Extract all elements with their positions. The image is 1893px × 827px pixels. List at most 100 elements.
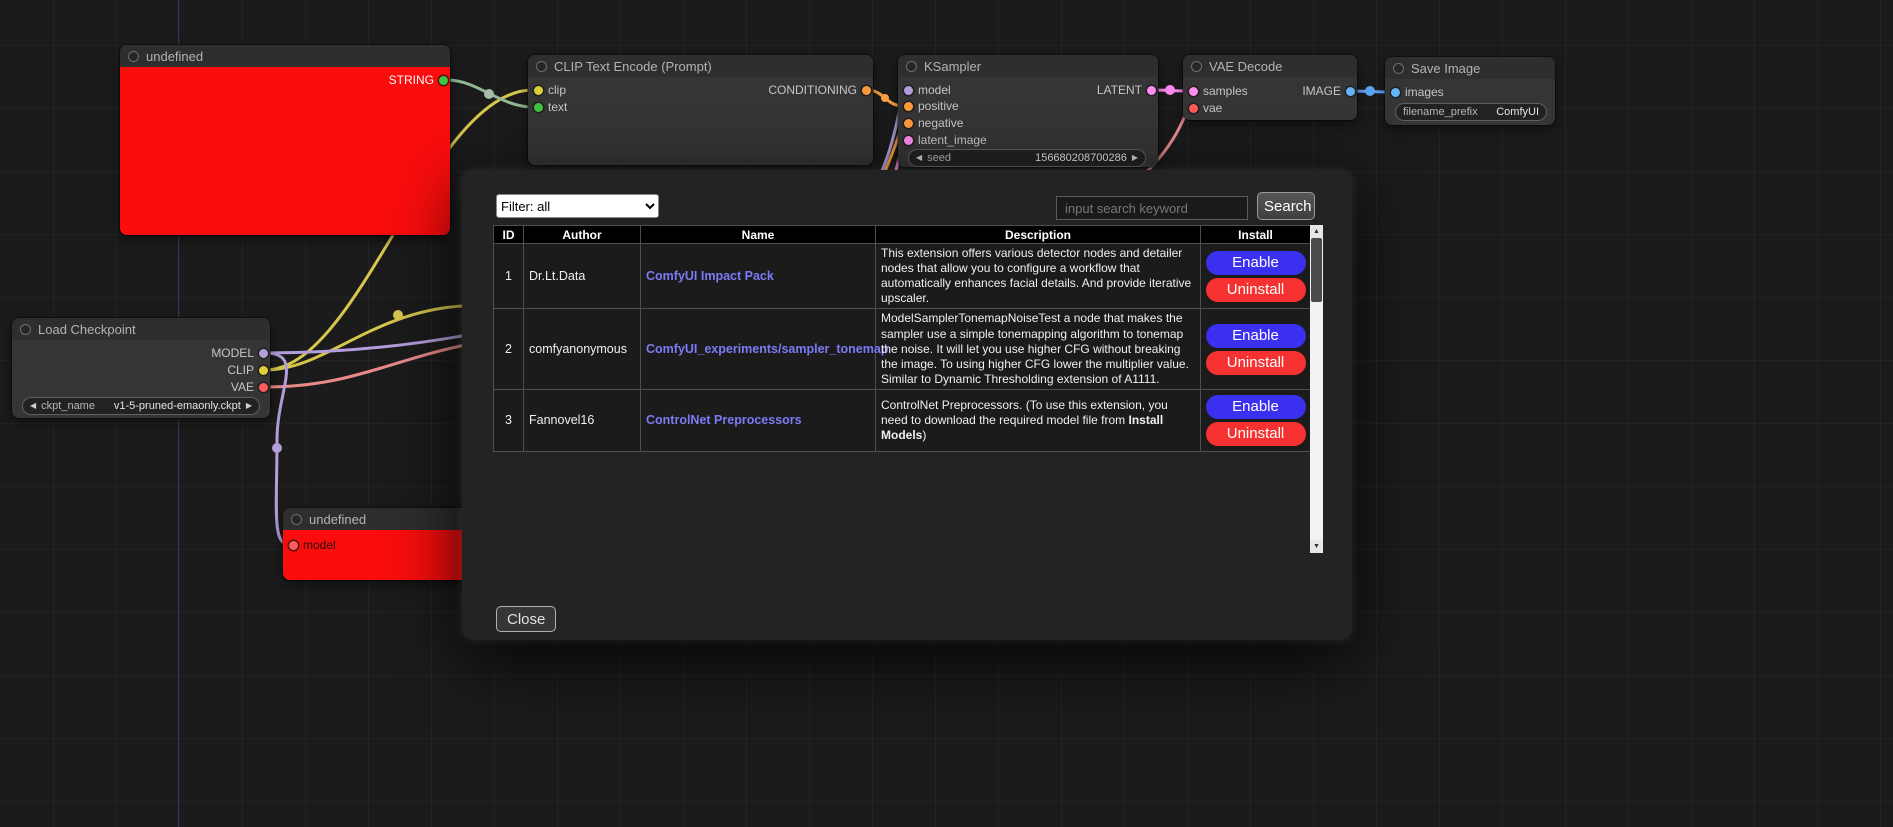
desc-text: ) (922, 428, 926, 442)
port-label: model (918, 83, 951, 97)
node-header[interactable]: Save Image (1385, 57, 1555, 79)
node-header[interactable]: undefined (120, 45, 450, 67)
next-arrow-icon[interactable]: ▶ (246, 402, 252, 410)
close-button[interactable]: Close (496, 606, 556, 632)
ext-install-cell: Enable Uninstall (1201, 389, 1311, 451)
port-label: STRING (389, 73, 434, 87)
app-window: undefined STRING CLIP Text Encode (Promp… (0, 0, 1893, 827)
node-undefined-top[interactable]: undefined STRING (120, 45, 450, 235)
collapse-dot-icon[interactable] (128, 51, 139, 62)
scroll-down-icon[interactable]: ▼ (1310, 540, 1323, 553)
seed-widget[interactable]: ◀ seed 156680208700286 ▶ (908, 149, 1146, 167)
node-header[interactable]: undefined (283, 508, 483, 530)
increment-arrow-icon[interactable]: ▶ (1132, 154, 1138, 162)
image-output-socket-icon[interactable] (1346, 87, 1355, 96)
prev-arrow-icon[interactable]: ◀ (30, 402, 36, 410)
node-clip-text-encode[interactable]: CLIP Text Encode (Prompt) clip text COND… (528, 55, 873, 165)
text-input-socket-icon[interactable] (534, 103, 543, 112)
port-label: images (1405, 85, 1444, 99)
enable-button[interactable]: Enable (1206, 395, 1306, 419)
scroll-up-icon[interactable]: ▲ (1310, 225, 1323, 238)
table-row: 2 comfyanonymous ComfyUI_experiments/sam… (494, 309, 1311, 390)
node-title: CLIP Text Encode (Prompt) (554, 59, 712, 74)
node-title: undefined (146, 49, 203, 64)
latent-output-socket-icon[interactable] (1147, 86, 1156, 95)
ext-name-link[interactable]: ComfyUI_experiments/sampler_tonemap (646, 342, 888, 356)
node-undefined-bottom[interactable]: undefined model (283, 508, 483, 580)
input-port-positive: positive (904, 99, 959, 113)
scrollbar-thumb[interactable] (1311, 238, 1322, 302)
input-port-negative: negative (904, 116, 963, 130)
ext-name-link[interactable]: ComfyUI Impact Pack (646, 269, 774, 283)
extension-table-container: ID Author Name Description Install 1 Dr.… (493, 225, 1323, 553)
model-output-socket-icon[interactable] (259, 349, 268, 358)
extension-manager-dialog: Filter: all Search ID Author Name Descri… (462, 170, 1352, 640)
input-port-text: text (534, 100, 567, 114)
table-row: 3 Fannovel16 ControlNet Preprocessors Co… (494, 389, 1311, 451)
images-input-socket-icon[interactable] (1391, 88, 1400, 97)
vae-output-socket-icon[interactable] (259, 383, 268, 392)
uninstall-button[interactable]: Uninstall (1206, 351, 1306, 375)
collapse-dot-icon[interactable] (536, 61, 547, 72)
negative-input-socket-icon[interactable] (904, 119, 913, 128)
node-save-image[interactable]: Save Image images filename_prefix ComfyU… (1385, 57, 1555, 125)
node-ksampler[interactable]: KSampler model positive negative latent_… (898, 55, 1158, 167)
node-title: Load Checkpoint (38, 322, 136, 337)
search-button[interactable]: Search (1257, 192, 1315, 220)
header-description: Description (876, 226, 1201, 244)
port-label: clip (548, 83, 566, 97)
output-port-model: MODEL (211, 346, 268, 360)
header-install: Install (1201, 226, 1311, 244)
node-title: undefined (309, 512, 366, 527)
clip-input-socket-icon[interactable] (534, 86, 543, 95)
node-vae-decode[interactable]: VAE Decode samples vae IMAGE (1183, 55, 1357, 120)
vae-input-socket-icon[interactable] (1189, 104, 1198, 113)
enable-button[interactable]: Enable (1206, 324, 1306, 348)
port-label: CLIP (227, 363, 254, 377)
latent-input-socket-icon[interactable] (904, 136, 913, 145)
input-port-latent-image: latent_image (904, 133, 987, 147)
uninstall-button[interactable]: Uninstall (1206, 422, 1306, 446)
collapse-dot-icon[interactable] (906, 61, 917, 72)
model-input-socket-icon[interactable] (904, 86, 913, 95)
input-port-model: model (904, 83, 951, 97)
clip-output-socket-icon[interactable] (259, 366, 268, 375)
positive-input-socket-icon[interactable] (904, 102, 913, 111)
output-port-conditioning: CONDITIONING (768, 83, 871, 97)
port-label: vae (1203, 101, 1222, 115)
filter-select[interactable]: Filter: all (496, 194, 659, 218)
input-port-images: images (1391, 85, 1444, 99)
filename-prefix-value: ComfyUI (1496, 106, 1539, 118)
node-title: Save Image (1411, 61, 1480, 76)
uninstall-button[interactable]: Uninstall (1206, 278, 1306, 302)
collapse-dot-icon[interactable] (20, 324, 31, 335)
ext-name-link[interactable]: ControlNet Preprocessors (646, 413, 802, 427)
header-author: Author (524, 226, 641, 244)
conditioning-output-socket-icon[interactable] (862, 86, 871, 95)
node-header[interactable]: VAE Decode (1183, 55, 1357, 77)
collapse-dot-icon[interactable] (1191, 61, 1202, 72)
ckpt-name-widget[interactable]: ◀ ckpt_name v1-5-pruned-emaonly.ckpt ▶ (22, 397, 260, 415)
output-port-vae: VAE (231, 380, 268, 394)
search-input[interactable] (1056, 196, 1248, 220)
ext-author: comfyanonymous (524, 309, 641, 390)
input-port-samples: samples (1189, 84, 1248, 98)
ext-install-cell: Enable Uninstall (1201, 244, 1311, 309)
string-output-socket-icon[interactable] (439, 76, 448, 85)
collapse-dot-icon[interactable] (1393, 63, 1404, 74)
node-header[interactable]: KSampler (898, 55, 1158, 77)
desc-text: ControlNet Preprocessors. (To use this e… (881, 398, 1168, 427)
table-scrollbar[interactable]: ▲ ▼ (1310, 225, 1323, 553)
model-input-socket-icon[interactable] (289, 541, 298, 550)
enable-button[interactable]: Enable (1206, 251, 1306, 275)
collapse-dot-icon[interactable] (291, 514, 302, 525)
ext-id: 3 (494, 389, 524, 451)
filename-prefix-widget[interactable]: filename_prefix ComfyUI (1395, 103, 1547, 121)
node-header[interactable]: Load Checkpoint (12, 318, 270, 340)
node-header[interactable]: CLIP Text Encode (Prompt) (528, 55, 873, 77)
decrement-arrow-icon[interactable]: ◀ (916, 154, 922, 162)
samples-input-socket-icon[interactable] (1189, 87, 1198, 96)
ext-description: This extension offers various detector n… (876, 244, 1201, 309)
desc-text: This extension offers various detector n… (881, 246, 1191, 305)
node-load-checkpoint[interactable]: Load Checkpoint MODEL CLIP VAE ◀ ckpt_na… (12, 318, 270, 418)
